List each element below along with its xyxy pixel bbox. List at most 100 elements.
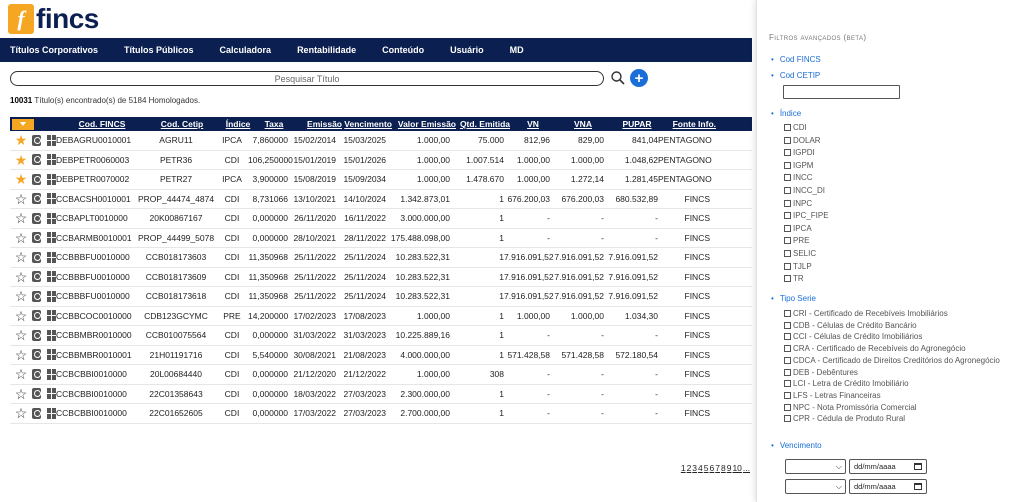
calculator-icon[interactable] [47, 134, 56, 146]
indice-option[interactable]: SELIC [784, 249, 816, 258]
fincs-logo[interactable]: f fincs [8, 3, 99, 35]
checkbox[interactable] [784, 174, 791, 182]
filter-indice[interactable]: Índice [771, 109, 801, 118]
nav-rentabilidade[interactable]: Rentabilidade [297, 45, 356, 55]
view-details-icon[interactable] [32, 271, 41, 283]
table-row[interactable]: ☆ CCBBMBR0010001 21H01191716 CDI 5,540000 30/… [10, 346, 752, 365]
table-row[interactable]: ☆ CCBBBFU0010000 CCB018173609 CDI 11,350968 2… [10, 268, 752, 287]
tipo-serie-option[interactable]: CCI - Células de Crédito Imobiliários [784, 332, 922, 341]
star-filled-icon[interactable]: ★ [15, 133, 28, 147]
vencimento-date-1[interactable]: dd/mm/aaaa [849, 459, 927, 474]
filter-cod-fincs[interactable]: Cod FINCS [771, 55, 821, 64]
star-outline-icon[interactable]: ☆ [15, 250, 28, 264]
tipo-serie-option[interactable]: DEB - Debêntures [784, 368, 858, 377]
star-outline-icon[interactable]: ☆ [15, 192, 28, 206]
star-outline-icon[interactable]: ☆ [15, 309, 28, 323]
page-link[interactable]: 6 [710, 463, 715, 473]
checkbox[interactable] [784, 345, 791, 353]
checkbox[interactable] [784, 380, 791, 388]
table-row[interactable]: ★ DEBAGRU0010001 AGRU11 IPCA 7,860000 15/02/2… [10, 131, 752, 151]
indice-option[interactable]: TR [784, 274, 804, 283]
calendar-icon[interactable] [914, 463, 922, 470]
page-link[interactable]: 8 [721, 463, 726, 473]
checkbox[interactable] [784, 237, 791, 245]
calendar-icon[interactable] [914, 483, 922, 490]
checkbox[interactable] [784, 368, 791, 376]
star-filled-icon[interactable]: ★ [15, 172, 28, 186]
table-row[interactable]: ☆ CCBBMBR0010000 CCB010075564 CDI 0,000000 31… [10, 326, 752, 346]
col-indice[interactable]: Índice [222, 119, 254, 129]
checkbox[interactable] [784, 187, 791, 194]
calculator-icon[interactable] [47, 310, 56, 322]
col-valor-emissao[interactable]: Valor Emissão [392, 119, 456, 129]
page-link[interactable]: 2 [687, 463, 692, 473]
tipo-serie-option[interactable]: LFS - Letras Financeiras [784, 391, 881, 400]
vencimento-date-2[interactable]: dd/mm/aaaa [849, 479, 927, 494]
calculator-icon[interactable] [47, 407, 56, 419]
indice-option[interactable]: INPC [784, 199, 812, 208]
checkbox[interactable] [784, 391, 791, 399]
calculator-icon[interactable] [47, 388, 56, 400]
indice-option[interactable]: IPC_FIPE [784, 211, 829, 220]
nav-titulos-publicos[interactable]: Títulos Públicos [124, 45, 194, 55]
page-link[interactable]: 10 [732, 463, 741, 473]
search-icon[interactable] [610, 70, 626, 86]
star-outline-icon[interactable]: ☆ [15, 270, 28, 284]
checkbox[interactable] [784, 310, 791, 317]
checkbox[interactable] [784, 124, 791, 131]
indice-option[interactable]: INCC [784, 173, 813, 182]
nav-calculadora[interactable]: Calculadora [220, 45, 272, 55]
col-cod-fincs[interactable]: Cod. FINCS [62, 119, 142, 129]
star-filled-icon[interactable]: ★ [15, 153, 28, 167]
col-cod-cetip[interactable]: Cod. Cetip [142, 119, 222, 129]
view-details-icon[interactable] [32, 212, 41, 224]
tipo-serie-option[interactable]: CRA - Certificado de Recebíveis do Agron… [784, 344, 966, 353]
col-pupar[interactable]: PUPAR [610, 119, 664, 129]
checkbox[interactable] [784, 321, 791, 329]
page-link[interactable]: ... [743, 463, 750, 473]
star-outline-icon[interactable]: ☆ [15, 406, 28, 420]
star-outline-icon[interactable]: ☆ [15, 211, 28, 225]
table-row[interactable]: ☆ CCBCBBI0010000 22C01652605 CDI 0,000000 17/… [10, 404, 752, 424]
calculator-icon[interactable] [47, 154, 56, 166]
page-link[interactable]: 7 [715, 463, 720, 473]
table-row[interactable]: ☆ CCBCBBI0010000 22C01358643 CDI 0,000000 18/… [10, 385, 752, 404]
page-link[interactable]: 4 [698, 463, 703, 473]
view-details-icon[interactable] [32, 232, 41, 244]
star-outline-icon[interactable]: ☆ [15, 367, 28, 381]
checkbox[interactable] [784, 356, 791, 364]
col-fonte-info[interactable]: Fonte Info. [664, 119, 716, 129]
page-link[interactable]: 1 [681, 463, 686, 473]
search-input[interactable]: Pesquisar Título [10, 71, 604, 86]
checkbox[interactable] [784, 199, 791, 207]
col-vencimento[interactable]: Vencimento [342, 119, 392, 129]
checkbox[interactable] [784, 250, 791, 257]
star-outline-icon[interactable]: ☆ [15, 231, 28, 245]
vencimento-operator-select-1[interactable]: ⌵ [785, 459, 846, 474]
indice-option[interactable]: DOLAR [784, 136, 821, 145]
calculator-icon[interactable] [47, 193, 56, 205]
calculator-icon[interactable] [47, 251, 56, 263]
tipo-serie-option[interactable]: CDB - Células de Crédito Bancário [784, 321, 917, 330]
checkbox[interactable] [784, 333, 791, 341]
star-outline-icon[interactable]: ☆ [15, 289, 28, 303]
calculator-icon[interactable] [47, 271, 56, 283]
add-title-icon[interactable]: + [630, 69, 648, 87]
view-details-icon[interactable] [32, 388, 41, 400]
col-vna[interactable]: VNA [556, 119, 610, 129]
tipo-serie-option[interactable]: CDCA - Certificado de Direitos Creditóri… [784, 356, 1000, 365]
page-link[interactable]: 3 [692, 463, 697, 473]
checkbox[interactable] [784, 149, 791, 157]
indice-option[interactable]: PRE [784, 236, 809, 245]
cod-cetip-input[interactable] [783, 85, 900, 99]
view-details-icon[interactable] [32, 134, 41, 146]
tipo-serie-option[interactable]: LCI - Letra de Crédito Imobiliário [784, 379, 909, 388]
view-details-icon[interactable] [32, 368, 41, 380]
indice-option[interactable]: TJLP [784, 262, 812, 271]
checkbox[interactable] [784, 262, 791, 270]
checkbox[interactable] [784, 136, 791, 144]
nav-titulos-corporativos[interactable]: Títulos Corporativos [10, 45, 98, 55]
nav-md[interactable]: MD [510, 45, 524, 55]
table-row[interactable]: ☆ CCBARMB0010001 PROP_44499_5078 CDI 0,00000… [10, 229, 752, 248]
calculator-icon[interactable] [47, 329, 56, 341]
